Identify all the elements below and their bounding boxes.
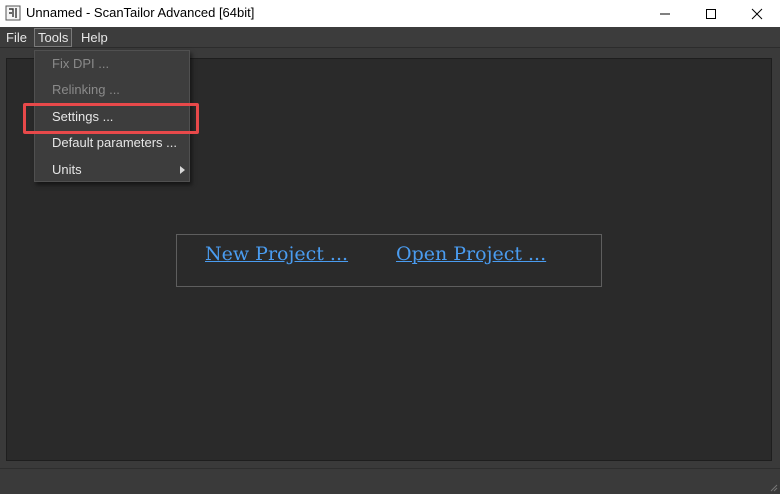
- open-project-link[interactable]: Open Project ...: [396, 243, 546, 265]
- new-project-link[interactable]: New Project ...: [205, 243, 348, 265]
- title-bar: Unnamed - ScanTailor Advanced [64bit]: [0, 0, 780, 27]
- menu-file[interactable]: File: [3, 28, 30, 47]
- menu-item-fix-dpi: Fix DPI ...: [52, 56, 110, 71]
- minimize-icon: [660, 13, 670, 14]
- window-title: Unnamed - ScanTailor Advanced [64bit]: [26, 5, 255, 20]
- submenu-arrow-icon: [180, 166, 185, 174]
- menu-help[interactable]: Help: [78, 28, 111, 47]
- maximize-icon: [706, 8, 716, 19]
- status-bar: [0, 468, 780, 494]
- menu-item-units[interactable]: Units: [35, 157, 189, 183]
- close-button[interactable]: [734, 0, 780, 27]
- scantailor-icon: [5, 5, 21, 21]
- menu-item-units-label: Units: [52, 162, 82, 177]
- menu-bar: File Tools Help: [0, 27, 780, 48]
- maximize-button[interactable]: [688, 0, 734, 27]
- minimize-button[interactable]: [642, 0, 688, 27]
- close-icon: [751, 8, 763, 19]
- size-grip-icon[interactable]: [768, 482, 778, 492]
- settings-highlight-box: [23, 103, 199, 134]
- menu-tools[interactable]: Tools: [34, 28, 73, 47]
- menu-item-relinking: Relinking ...: [52, 82, 120, 97]
- welcome-panel: New Project ... Open Project ...: [176, 234, 602, 287]
